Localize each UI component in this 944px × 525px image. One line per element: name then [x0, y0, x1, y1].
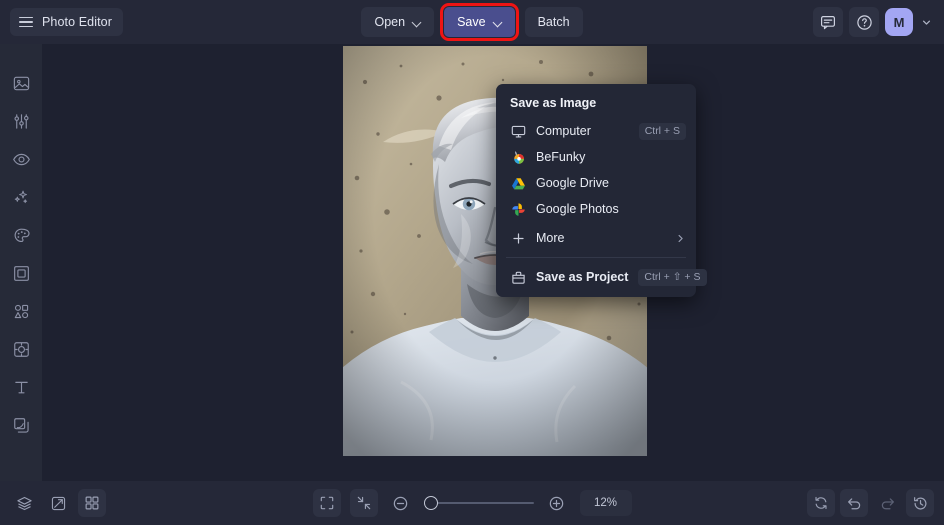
menu-item-google-photos[interactable]: Google Photos	[496, 196, 696, 222]
bottom-left-tools	[10, 489, 106, 517]
zoom-out-button[interactable]	[387, 489, 415, 517]
overlay-icon	[13, 341, 29, 357]
menu-item-more[interactable]: More	[496, 225, 696, 251]
chevron-down-icon	[493, 18, 502, 27]
undo-button[interactable]	[840, 489, 868, 517]
sparkles-icon	[14, 190, 27, 203]
menu-item-google-drive[interactable]: Google Drive	[496, 170, 696, 196]
sidebar-item-retouch[interactable]	[4, 142, 38, 176]
photo-editor-app: Photo Editor Open Save Batch M Save as I…	[0, 0, 944, 525]
menu-item-label: BeFunky	[536, 150, 586, 164]
zoom-controls: 12%	[0, 489, 944, 517]
save-button[interactable]: Save	[440, 3, 519, 41]
chevron-down-icon	[412, 18, 421, 27]
zoom-in-button[interactable]	[543, 489, 571, 517]
menu-item-label: Google Photos	[536, 202, 619, 216]
chevron-right-icon	[675, 233, 686, 244]
menu-item-label: More	[536, 231, 565, 245]
avatar[interactable]: M	[885, 8, 913, 36]
sidebar-item-graphics[interactable]	[4, 294, 38, 328]
zoom-slider[interactable]	[423, 495, 534, 511]
menu-item-label: Computer	[536, 124, 591, 138]
save-menu-title: Save as Image	[510, 96, 597, 110]
menu-item-shortcut: Ctrl + S	[638, 122, 686, 140]
canvas-area[interactable]	[42, 44, 944, 481]
menu-item-label: Google Drive	[536, 176, 609, 190]
google-photos-icon	[510, 201, 526, 217]
menu-item-shortcut: Ctrl + ⇧ + S	[638, 268, 707, 286]
help-button[interactable]	[849, 7, 879, 37]
sliders-icon	[13, 113, 29, 129]
actual-size-button[interactable]	[349, 489, 378, 517]
grid-icon	[85, 496, 99, 510]
sidebar-item-effects[interactable]	[4, 180, 38, 214]
bottom-toolbar: 12%	[0, 481, 944, 525]
zoom-slider-track	[423, 502, 534, 504]
chat-bubble-icon	[821, 15, 836, 30]
account-chevron-down-icon[interactable]	[919, 17, 934, 28]
menu-item-befunky[interactable]: BeFunky	[496, 144, 696, 170]
befunky-logo-icon	[510, 149, 526, 165]
editor-body: Save as Image Computer Ctrl + S BeFunky …	[0, 44, 944, 481]
history-icon	[913, 496, 926, 510]
menu-separator	[506, 257, 686, 258]
batch-button[interactable]: Batch	[524, 7, 583, 37]
question-circle-icon	[856, 14, 872, 30]
sidebar-item-artsy[interactable]	[4, 218, 38, 252]
menu-item-label: Save as Project	[536, 270, 629, 284]
layers-button[interactable]	[10, 489, 38, 517]
palette-icon	[14, 228, 30, 242]
tool-sidebar	[0, 44, 42, 481]
sidebar-item-edit[interactable]	[4, 66, 38, 100]
layers-icon	[16, 496, 32, 510]
history-button[interactable]	[906, 489, 934, 517]
sidebar-item-frames[interactable]	[4, 256, 38, 290]
reset-button[interactable]	[807, 489, 835, 517]
app-menu-button[interactable]: Photo Editor	[10, 8, 123, 36]
fit-screen-icon	[320, 496, 333, 510]
save-dropdown-menu: Save as Image Computer Ctrl + S BeFunky …	[496, 84, 707, 297]
app-title: Photo Editor	[42, 15, 112, 29]
shapes-icon	[14, 304, 28, 318]
zoom-slider-knob[interactable]	[423, 496, 438, 510]
plus-icon	[510, 230, 526, 246]
open-button-label: Open	[374, 15, 406, 29]
project-box-icon	[510, 269, 526, 285]
account-group: M	[813, 7, 934, 37]
redo-icon	[881, 497, 894, 509]
blend-icon	[51, 496, 65, 510]
sidebar-item-textures[interactable]	[4, 408, 38, 442]
google-drive-icon	[510, 175, 526, 191]
redo-button[interactable]	[873, 489, 901, 517]
monitor-icon	[510, 123, 526, 139]
eye-icon	[12, 153, 30, 165]
shrink-icon	[357, 496, 370, 510]
grid-button[interactable]	[78, 489, 106, 517]
layers-stack-icon	[13, 417, 29, 433]
sidebar-item-adjust[interactable]	[4, 104, 38, 138]
feedback-button[interactable]	[813, 7, 843, 37]
top-toolbar: Photo Editor Open Save Batch M	[0, 0, 944, 44]
save-button-label: Save	[457, 15, 486, 29]
sidebar-item-text[interactable]	[4, 370, 38, 404]
text-icon	[14, 381, 28, 393]
frame-icon	[13, 265, 29, 281]
plus-circle-icon	[549, 496, 564, 510]
undo-icon	[847, 497, 860, 509]
menu-item-computer[interactable]: Computer Ctrl + S	[496, 118, 696, 144]
open-button[interactable]: Open	[361, 7, 435, 37]
sidebar-item-overlays[interactable]	[4, 332, 38, 366]
hamburger-icon	[19, 16, 33, 28]
file-actions-group: Open Save Batch	[0, 3, 944, 41]
menu-item-save-as-project[interactable]: Save as Project Ctrl + ⇧ + S	[496, 264, 707, 290]
blend-button[interactable]	[44, 489, 72, 517]
minus-circle-icon	[393, 496, 408, 510]
image-icon	[13, 76, 29, 90]
bottom-right-tools	[807, 489, 934, 517]
fit-screen-button[interactable]	[312, 489, 341, 517]
batch-button-label: Batch	[537, 15, 570, 29]
reset-icon	[815, 496, 827, 510]
zoom-level-value[interactable]: 12%	[579, 490, 632, 516]
